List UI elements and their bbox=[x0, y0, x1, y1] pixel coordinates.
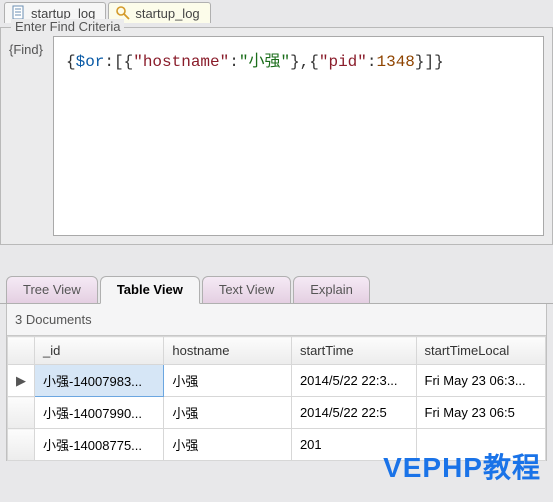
results-table[interactable]: _id hostname startTime startTimeLocal ▶小… bbox=[7, 336, 546, 461]
tab-tree-view[interactable]: Tree View bbox=[6, 276, 98, 304]
table-row[interactable]: 小强-14007990...小强2014/5/22 22:5Fri May 23… bbox=[8, 397, 546, 429]
document-count: 3 Documents bbox=[7, 304, 546, 336]
cell-startTime[interactable]: 2014/5/22 22:5 bbox=[291, 397, 416, 429]
cell-startTime[interactable]: 2014/5/22 22:3... bbox=[291, 365, 416, 397]
cell-_id[interactable]: 小强-14007990... bbox=[35, 397, 164, 429]
results-panel: 3 Documents _id hostname startTime start… bbox=[6, 304, 547, 461]
find-query-input[interactable]: {$or:[{"hostname":"小强"},{"pid":1348}]} bbox=[53, 36, 544, 236]
row-handle[interactable] bbox=[8, 397, 35, 429]
find-label: {Find} bbox=[9, 36, 43, 57]
query-token-brace: { bbox=[66, 53, 76, 71]
query-token-op: $or bbox=[76, 53, 105, 71]
file-tab-label: startup_log bbox=[135, 6, 199, 21]
view-tab-bar: Tree View Table View Text View Explain bbox=[0, 275, 553, 304]
cell-startTimeLocal[interactable] bbox=[416, 429, 546, 461]
query-token-num: 1348 bbox=[377, 53, 415, 71]
query-token-brace: : bbox=[229, 53, 239, 71]
tab-table-view[interactable]: Table View bbox=[100, 276, 200, 304]
cell-startTimeLocal[interactable]: Fri May 23 06:5 bbox=[416, 397, 546, 429]
cell-hostname[interactable]: 小强 bbox=[164, 365, 292, 397]
query-token-str: "小强" bbox=[239, 53, 290, 71]
query-token-key: "pid" bbox=[319, 53, 367, 71]
query-token-brace: },{ bbox=[290, 53, 319, 71]
cell-_id[interactable]: 小强-14007983... bbox=[35, 365, 164, 397]
tab-text-view[interactable]: Text View bbox=[202, 276, 291, 304]
find-criteria-legend: Enter Find Criteria bbox=[11, 19, 124, 34]
column-header-hostname[interactable]: hostname bbox=[164, 337, 292, 365]
row-handle-header bbox=[8, 337, 35, 365]
tab-explain[interactable]: Explain bbox=[293, 276, 370, 304]
cell-_id[interactable]: 小强-14008775... bbox=[35, 429, 164, 461]
cell-hostname[interactable]: 小强 bbox=[164, 397, 292, 429]
query-token-key: "hostname" bbox=[133, 53, 229, 71]
cell-startTime[interactable]: 201 bbox=[291, 429, 416, 461]
cell-hostname[interactable]: 小强 bbox=[164, 429, 292, 461]
cell-startTimeLocal[interactable]: Fri May 23 06:3... bbox=[416, 365, 546, 397]
query-token-brace: }]} bbox=[415, 53, 444, 71]
row-handle[interactable]: ▶ bbox=[8, 365, 35, 397]
column-header-id[interactable]: _id bbox=[35, 337, 164, 365]
column-header-starttimelocal[interactable]: startTimeLocal bbox=[416, 337, 546, 365]
table-row[interactable]: ▶小强-14007983...小强2014/5/22 22:3...Fri Ma… bbox=[8, 365, 546, 397]
find-criteria-fieldset: Enter Find Criteria {Find} {$or:[{"hostn… bbox=[0, 27, 553, 245]
column-header-starttime[interactable]: startTime bbox=[291, 337, 416, 365]
table-row[interactable]: 小强-14008775...小强201 bbox=[8, 429, 546, 461]
query-token-brace: : bbox=[367, 53, 377, 71]
row-handle[interactable] bbox=[8, 429, 35, 461]
query-token-brace: :[{ bbox=[104, 53, 133, 71]
